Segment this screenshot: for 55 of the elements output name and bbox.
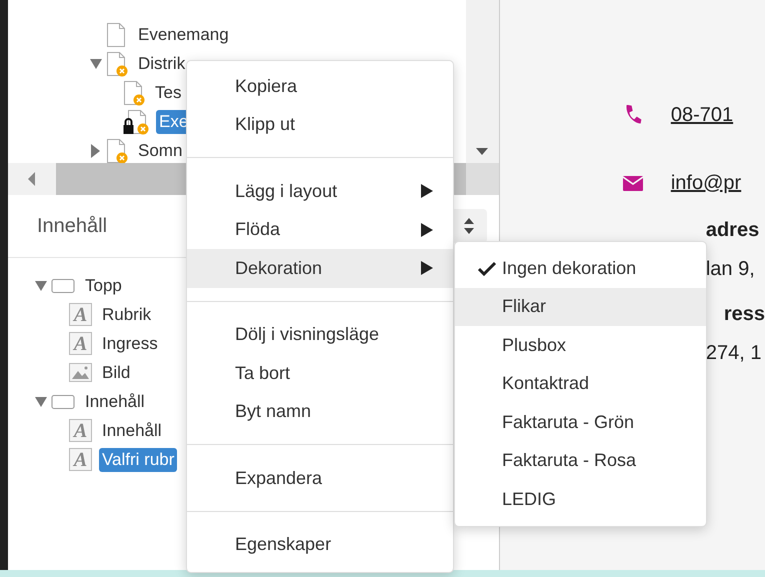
tree-item[interactable]: Rubrik — [98, 302, 154, 326]
scroll-down-icon[interactable] — [476, 148, 488, 155]
tree-item[interactable]: Bild — [98, 360, 134, 384]
field-label: ress — [722, 302, 765, 327]
expanded-arrow-icon[interactable] — [34, 396, 47, 406]
text-icon: A — [68, 448, 92, 471]
menu-item[interactable]: Kopiera — [187, 67, 453, 106]
menu-item[interactable]: Dölj i visningsläge — [187, 316, 453, 354]
email-icon — [622, 176, 643, 190]
menu-item[interactable]: Byt namn — [187, 392, 453, 431]
menu-item[interactable]: Faktaruta - Grön — [455, 403, 706, 442]
scrollbar-corner — [466, 163, 499, 195]
panel-title: Innehåll — [36, 214, 108, 239]
menu-item[interactable]: LEDIG — [455, 480, 706, 518]
image-icon — [68, 363, 92, 382]
text-icon: A — [68, 303, 92, 326]
checkmark-icon — [478, 261, 496, 276]
submenu-arrow-icon — [421, 222, 433, 237]
menu-item[interactable]: Egenskaper — [187, 526, 453, 564]
tree-item[interactable]: Evenemang — [134, 22, 232, 46]
scroll-left-icon[interactable] — [28, 172, 36, 186]
tree-item[interactable]: Innehåll — [82, 390, 148, 414]
phone-link[interactable]: 08-701 — [670, 100, 734, 130]
field-label: adres — [706, 218, 760, 243]
tree-item[interactable]: Distrik — [134, 52, 188, 76]
menu-item[interactable]: Flöda — [187, 210, 453, 249]
menu-item[interactable]: Flikar — [455, 288, 706, 326]
tree-item[interactable]: Valfri rubr — [98, 448, 178, 472]
tree-item[interactable]: Tes — [152, 80, 184, 104]
tree-item[interactable]: Ingress — [98, 332, 161, 356]
submenu-arrow-icon — [421, 184, 433, 198]
menu-item[interactable]: Ingen dekoration — [455, 249, 706, 288]
menu-item[interactable]: Plusbox — [455, 326, 706, 364]
tree-item[interactable]: Somn — [134, 138, 186, 162]
text-icon: A — [68, 419, 92, 442]
field-value: 274, 1 — [706, 341, 762, 366]
menu-item[interactable]: Dekoration — [187, 249, 453, 288]
box-icon — [50, 394, 75, 410]
email-link[interactable]: info@pr — [670, 168, 742, 198]
menu-item[interactable]: Kontaktrad — [455, 364, 706, 403]
sort-icon — [464, 218, 474, 234]
tree-item[interactable]: Topp — [82, 274, 125, 298]
collapsed-arrow-icon[interactable] — [91, 144, 100, 158]
box-icon — [50, 278, 75, 294]
tree-item[interactable]: Innehåll — [98, 418, 165, 442]
menu-item[interactable]: Faktaruta - Rosa — [455, 442, 706, 480]
expanded-arrow-icon[interactable] — [34, 280, 47, 290]
vertical-scrollbar[interactable] — [466, 0, 499, 163]
text-icon: A — [68, 332, 92, 355]
expanded-arrow-icon[interactable] — [90, 58, 102, 68]
field-value: lan 9, — [706, 257, 756, 282]
menu-item[interactable]: Expandera — [187, 459, 453, 498]
menu-item[interactable]: Lägg i layout — [187, 172, 453, 210]
submenu-arrow-icon — [421, 261, 433, 276]
menu-item[interactable]: Ta bort — [187, 354, 453, 392]
